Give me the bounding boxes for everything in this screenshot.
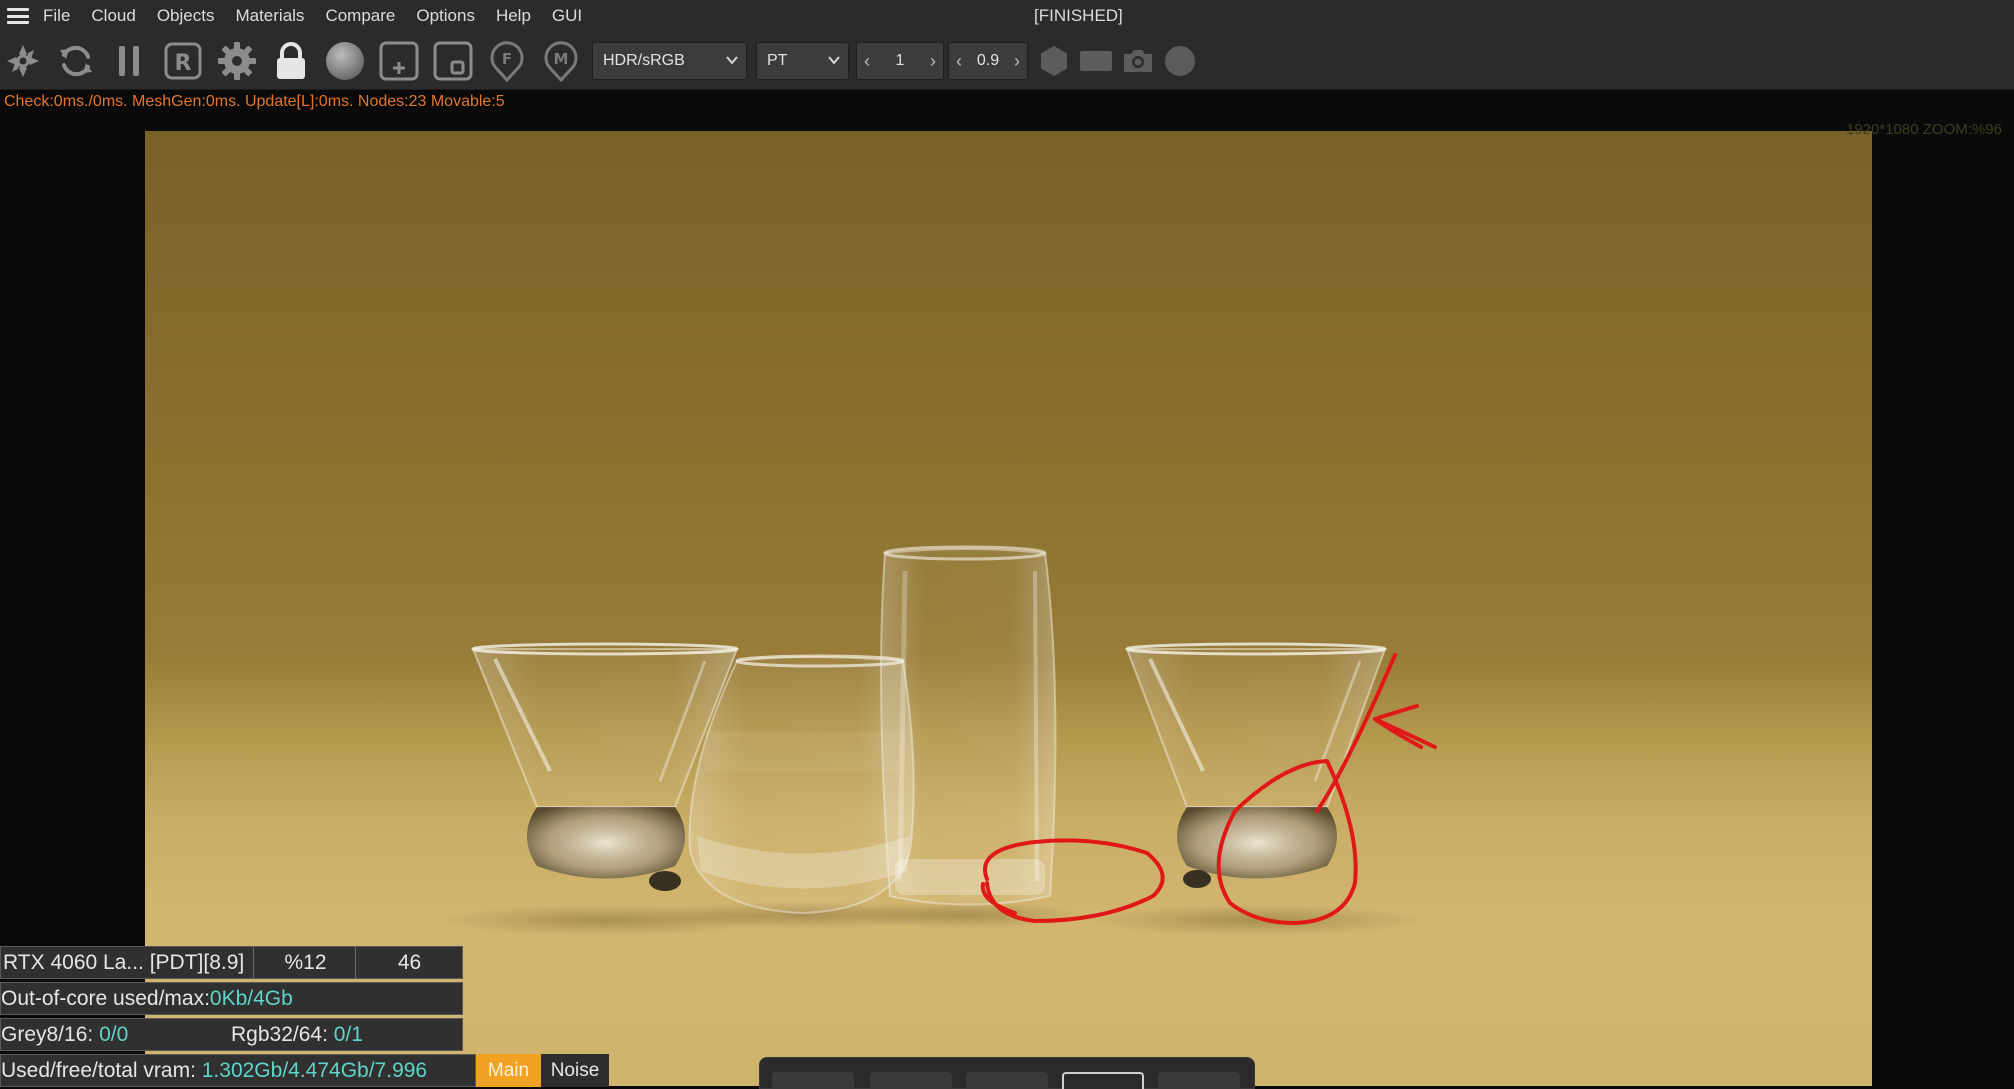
gpu-info-row: RTX 4060 La... [PDT][8.9] %12 46	[0, 946, 463, 979]
tab-main[interactable]: Main	[476, 1054, 541, 1087]
menu-gui[interactable]: GUI	[552, 6, 582, 26]
out-of-core-row: Out-of-core used/max: 0Kb/4Gb	[0, 982, 463, 1015]
dock-button-1[interactable]	[772, 1072, 854, 1089]
tab-noise[interactable]: Noise	[541, 1054, 609, 1087]
stepper-1-increment[interactable]: ›	[923, 43, 943, 79]
cog-spinner-icon[interactable]	[2, 40, 44, 82]
render-image	[436, 545, 1437, 936]
menu-options[interactable]: Options	[416, 6, 475, 26]
f-pin-icon[interactable]: F	[486, 40, 528, 82]
menu-cloud[interactable]: Cloud	[91, 6, 135, 26]
dock-button-4[interactable]	[1062, 1072, 1144, 1089]
svg-text:M: M	[554, 50, 569, 68]
r-box-icon[interactable]: R	[162, 40, 204, 82]
gpu-count: 46	[355, 947, 461, 978]
stepper-2-value[interactable]: 0.9	[969, 52, 1007, 70]
gpu-name: RTX 4060 La... [PDT][8.9]	[3, 950, 245, 974]
grey-value: 0/0	[99, 1022, 129, 1046]
stepper-2-increment[interactable]: ›	[1007, 43, 1027, 79]
camera-icon[interactable]	[1117, 40, 1159, 82]
stepper-2-decrement[interactable]: ‹	[949, 43, 969, 79]
dock-button-5[interactable]	[1158, 1072, 1240, 1089]
glass-highball	[880, 545, 1057, 906]
bottom-dock	[759, 1057, 1255, 1089]
tonemap-select[interactable]: HDR/sRGB	[592, 42, 747, 80]
zoom-label: 1920*1080 ZOOM:%96	[1846, 121, 2002, 138]
svg-text:F: F	[502, 50, 512, 68]
gear-icon[interactable]	[216, 40, 258, 82]
rgb-value: 0/1	[333, 1022, 363, 1046]
menu-compare[interactable]: Compare	[325, 6, 395, 26]
stepper-1-decrement[interactable]: ‹	[857, 43, 877, 79]
vram-label: Used/free/total vram:	[1, 1058, 196, 1082]
grey-block: Grey8/16: 0/0	[1, 1023, 231, 1047]
rgb-label: Rgb32/64:	[231, 1022, 328, 1046]
kernel-select-value: PT	[767, 52, 788, 69]
stepper-2: ‹ 0.9 ›	[948, 42, 1028, 80]
m-pin-icon[interactable]: M	[540, 40, 582, 82]
ooc-value: 0Kb/4Gb	[209, 986, 293, 1010]
circle-icon[interactable]	[1159, 40, 1201, 82]
render-viewport[interactable]	[145, 131, 1872, 1086]
hamburger-menu-icon[interactable]	[7, 8, 29, 24]
refresh-icon[interactable]	[55, 40, 97, 82]
texture-count-row: Grey8/16: 0/0 Rgb32/64: 0/1	[0, 1018, 463, 1051]
glass-tumbler	[688, 654, 915, 915]
add-box-icon[interactable]	[378, 40, 420, 82]
menu-file[interactable]: File	[43, 6, 70, 26]
kernel-select[interactable]: PT	[756, 42, 849, 80]
chevron-down-icon	[726, 56, 738, 65]
toolbar: R F M HDR/sRGB PT ‹ 1 › ‹ 0.9 ›	[0, 32, 2014, 90]
menu-materials[interactable]: Materials	[235, 6, 304, 26]
menu-bar: File Cloud Objects Materials Compare Opt…	[0, 0, 2014, 32]
stepper-1-value[interactable]: 1	[877, 52, 923, 70]
lock-icon[interactable]	[270, 40, 312, 82]
rgb-block: Rgb32/64: 0/1	[231, 1023, 363, 1047]
sphere-icon[interactable]	[324, 40, 366, 82]
menu-objects[interactable]: Objects	[157, 6, 215, 26]
hexagon-icon[interactable]	[1033, 40, 1075, 82]
svg-text:R: R	[175, 51, 192, 76]
dock-button-3[interactable]	[966, 1072, 1048, 1089]
ooc-label: Out-of-core used/max:	[1, 986, 210, 1010]
tonemap-select-value: HDR/sRGB	[603, 52, 685, 69]
chevron-down-icon	[828, 56, 840, 65]
render-status: [FINISHED]	[1034, 6, 1123, 25]
glass-cocktail-right	[1125, 642, 1387, 888]
gpu-percent: %12	[253, 947, 355, 978]
vram-row: Used/free/total vram: 1.302Gb/4.474Gb/7.…	[0, 1054, 476, 1087]
box-icon[interactable]	[432, 40, 474, 82]
stepper-1: ‹ 1 ›	[856, 42, 944, 80]
vram-value: 1.302Gb/4.474Gb/7.996	[201, 1058, 428, 1082]
dock-button-2[interactable]	[870, 1072, 952, 1089]
rectangle-icon[interactable]	[1075, 40, 1117, 82]
render-stats: Check:0ms./0ms. MeshGen:0ms. Update[L]:0…	[4, 93, 505, 110]
grey-label: Grey8/16:	[1, 1022, 94, 1046]
menu-help[interactable]: Help	[496, 6, 531, 26]
pause-icon[interactable]	[108, 40, 150, 82]
